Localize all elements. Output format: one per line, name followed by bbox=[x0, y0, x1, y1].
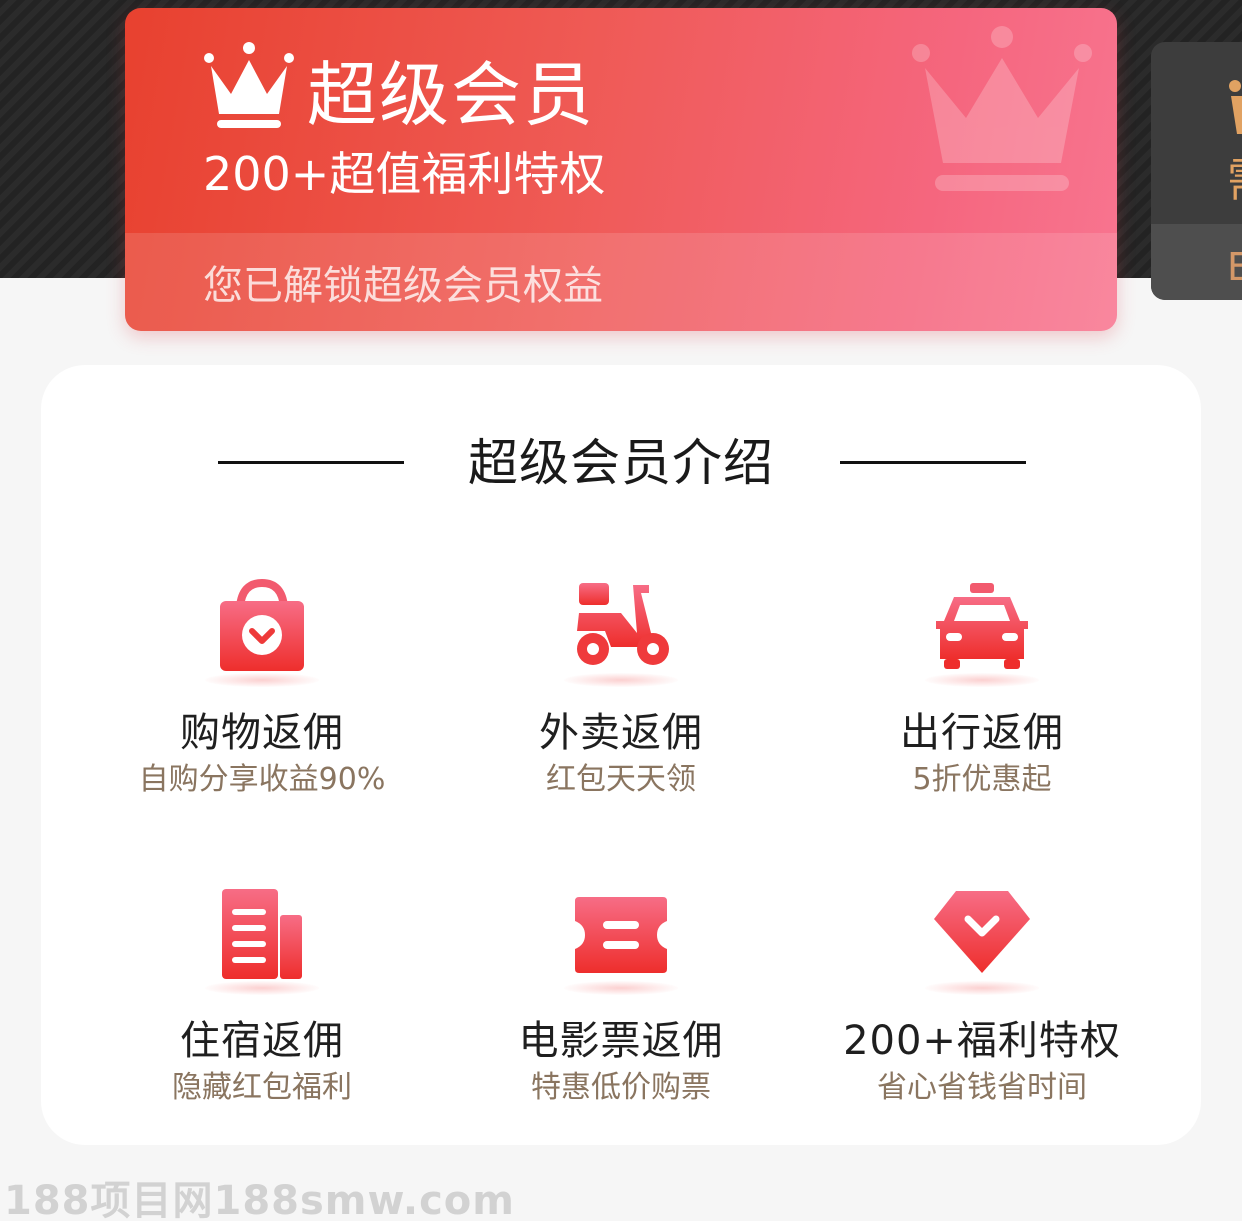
feature-icon-wrap bbox=[556, 577, 686, 687]
feature-icon-wrap bbox=[197, 577, 327, 687]
feature-movie[interactable]: 电影票返佣 特惠低价购票 bbox=[456, 885, 786, 1109]
vip-title: 超级会员 bbox=[307, 54, 595, 136]
vip-subtitle: 200+超值福利特权 bbox=[203, 147, 606, 201]
side-card-bottom-label: E bbox=[1227, 245, 1242, 289]
crown-watermark-icon bbox=[912, 26, 1092, 191]
feature-desc: 特惠低价购票 bbox=[531, 1070, 711, 1105]
feature-desc: 省心省钱省时间 bbox=[877, 1070, 1087, 1105]
gold-crown-icon bbox=[1229, 80, 1242, 134]
feature-icon-wrap bbox=[556, 885, 686, 995]
feature-icon-wrap bbox=[917, 885, 1047, 995]
diamond-icon bbox=[934, 891, 1030, 973]
feature-name: 200+福利特权 bbox=[843, 1018, 1121, 1064]
unlock-status-text: 您已解锁超级会员权益 bbox=[203, 263, 603, 309]
feature-name: 出行返佣 bbox=[900, 710, 1064, 756]
site-watermark: 188项目网188smw.com bbox=[4, 1178, 515, 1221]
shopping-bag-icon bbox=[220, 578, 304, 671]
feature-icon-wrap bbox=[197, 885, 327, 995]
hotel-building-icon bbox=[222, 889, 302, 979]
feature-travel[interactable]: 出行返佣 5折优惠起 bbox=[817, 577, 1147, 801]
feature-desc: 5折优惠起 bbox=[912, 762, 1052, 797]
feature-benefits[interactable]: 200+福利特权 省心省钱省时间 bbox=[817, 885, 1147, 1109]
feature-name: 住宿返佣 bbox=[180, 1018, 344, 1064]
feature-takeout[interactable]: 外卖返佣 红包天天领 bbox=[456, 577, 786, 801]
next-card-peek[interactable]: 需 E bbox=[1151, 42, 1242, 300]
crown-icon bbox=[204, 42, 294, 128]
feature-shopping[interactable]: 购物返佣 自购分享收益90% bbox=[97, 577, 427, 801]
feature-name: 电影票返佣 bbox=[518, 1018, 724, 1064]
taxi-icon bbox=[936, 583, 1028, 669]
feature-name: 购物返佣 bbox=[180, 710, 344, 756]
title-divider-right bbox=[840, 461, 1026, 464]
intro-title: 超级会员介绍 bbox=[468, 434, 774, 492]
movie-ticket-icon bbox=[575, 897, 667, 973]
feature-desc: 隐藏红包福利 bbox=[172, 1070, 352, 1105]
scooter-icon bbox=[577, 583, 669, 665]
feature-name: 外卖返佣 bbox=[539, 710, 703, 756]
feature-hotel[interactable]: 住宿返佣 隐藏红包福利 bbox=[97, 885, 427, 1109]
vip-intro-card: 超级会员介绍 购物返佣 自购分享收益90% 外卖返佣 红包天天领 出行返佣 5折… bbox=[41, 365, 1201, 1145]
super-vip-card[interactable]: 超级会员 200+超值福利特权 您已解锁超级会员权益 bbox=[125, 8, 1117, 331]
feature-desc: 自购分享收益90% bbox=[138, 762, 386, 797]
side-card-label: 需 bbox=[1227, 150, 1242, 210]
feature-icon-wrap bbox=[917, 577, 1047, 687]
feature-desc: 红包天天领 bbox=[546, 762, 696, 797]
